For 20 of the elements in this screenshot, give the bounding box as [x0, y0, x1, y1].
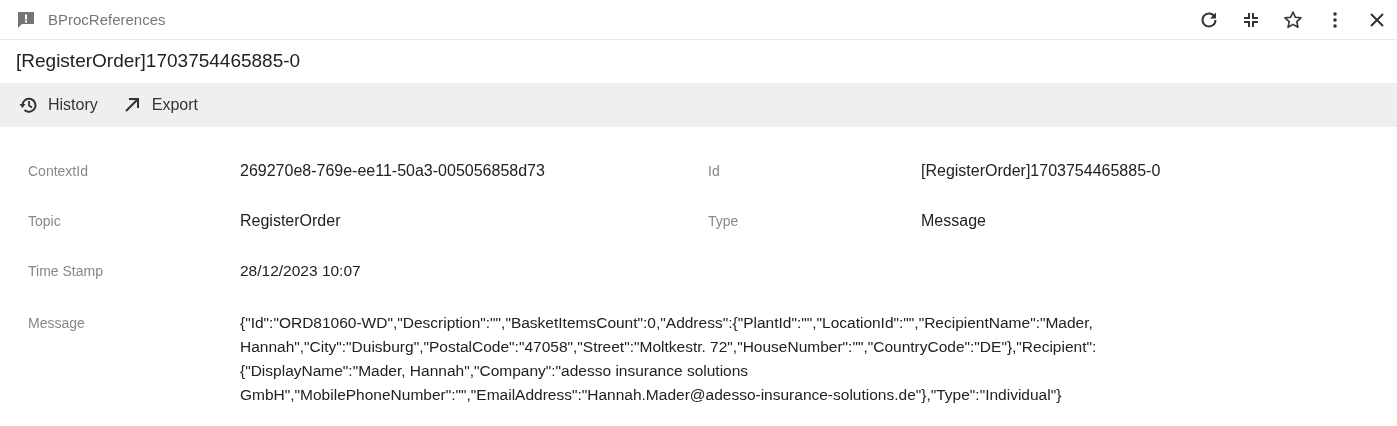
field-value: 269270e8-769e-ee11-50a3-005056858d73	[240, 161, 546, 181]
history-icon	[18, 95, 38, 115]
field-label: ContextId	[28, 162, 89, 181]
field-value: Message	[921, 211, 987, 231]
field-label: Topic	[28, 212, 62, 231]
alert-icon	[16, 9, 36, 30]
field-value: [RegisterOrder]1703754465885-0	[921, 161, 1162, 181]
field-label: Type	[708, 212, 740, 231]
field-label: Time Stamp	[28, 262, 104, 281]
history-button[interactable]: History	[12, 91, 104, 119]
field-value: {"Id":"ORD81060-WD","Description":"","BasketItemsCount":0,"Address":{"PlantId":"","LocationId":"","RecipientName":"Mader, Hannah","City":"Duisburg","PostalCode":"47058","Street":"Moltkestr. 72","HouseNumber":"","CountryCode":"DE"},"Recipient":{"DisplayName":"Mader, Hannah","Company":"adesso insurance solutions GmbH","MobilePhoneNumber":"","EmailAddress":"Hannah.Mader@adesso-insurance-solutions.de"},"Type":"Individual"}	[240, 313, 1098, 405]
field-label: Id	[708, 162, 721, 181]
field-label: Message	[28, 314, 86, 333]
field-value: RegisterOrder	[240, 211, 342, 231]
refresh-icon[interactable]	[1199, 9, 1219, 30]
window-title: BProcReferences	[48, 11, 166, 28]
export-button[interactable]: Export	[115, 91, 205, 119]
field-value: 28/12/2023 10:07	[240, 261, 362, 281]
star-icon[interactable]	[1283, 9, 1303, 30]
record-heading: [RegisterOrder]1703754465885-0	[15, 49, 302, 73]
